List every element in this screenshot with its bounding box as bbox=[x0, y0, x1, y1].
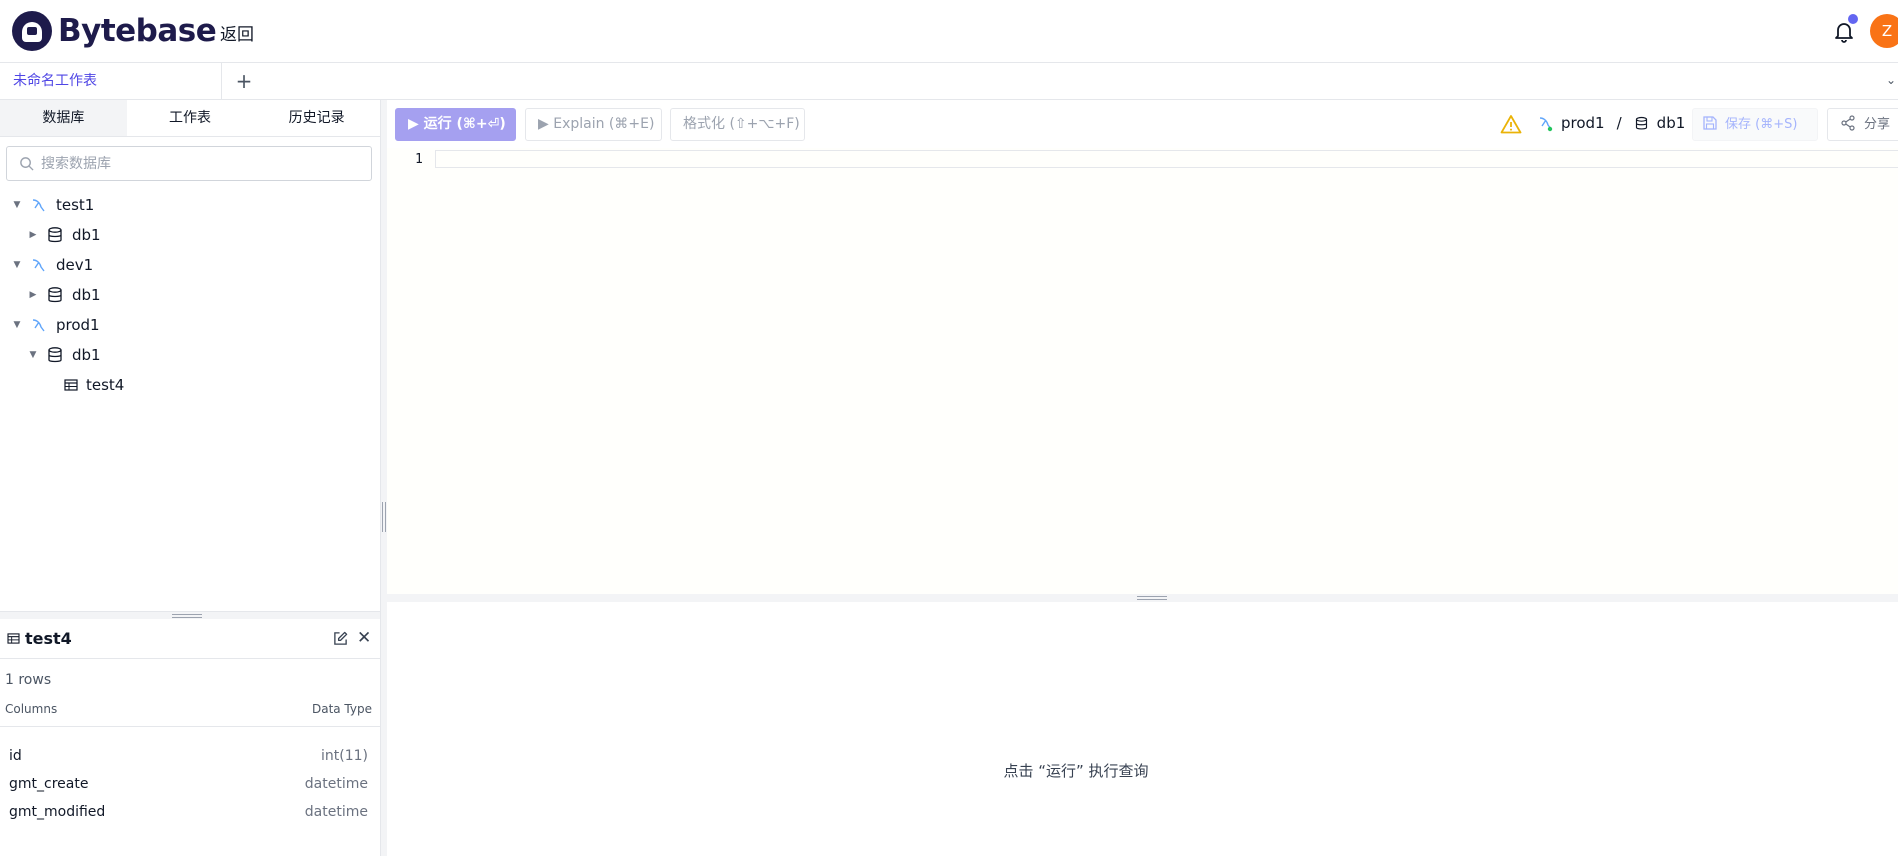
column-type: datetime bbox=[304, 804, 368, 820]
tree-node-instance[interactable]: ▼ test1 bbox=[12, 190, 95, 220]
caret-down-icon[interactable]: ▼ bbox=[28, 350, 38, 360]
database-icon bbox=[48, 347, 62, 363]
tree-node-label: db1 bbox=[72, 346, 101, 364]
grip-icon bbox=[1137, 596, 1167, 600]
tab-databases[interactable]: 数据库 bbox=[0, 100, 127, 137]
database-search[interactable] bbox=[6, 146, 372, 181]
sheet-tab-bar: 未命名工作表 + ⌄ bbox=[0, 63, 1898, 100]
tab-history[interactable]: 历史记录 bbox=[253, 100, 381, 137]
chevron-down-icon[interactable]: ⌄ bbox=[1886, 73, 1896, 87]
caret-down-icon[interactable]: ▼ bbox=[12, 200, 22, 210]
tree-node-instance[interactable]: ▼ dev1 bbox=[12, 250, 94, 280]
connection-selector[interactable]: prod1 / db1 bbox=[1537, 114, 1685, 132]
connection-separator: / bbox=[1616, 114, 1622, 132]
column-name: gmt_create bbox=[9, 776, 89, 792]
sidebar-splitter[interactable] bbox=[380, 100, 387, 856]
save-icon bbox=[1703, 116, 1717, 130]
tree-node-database[interactable]: ▼ db1 bbox=[28, 340, 101, 370]
close-icon[interactable]: ✕ bbox=[357, 628, 371, 648]
database-icon bbox=[1635, 116, 1647, 129]
sql-editor[interactable]: 1 bbox=[387, 148, 1898, 594]
tree-node-database[interactable]: ▶ db1 bbox=[28, 220, 101, 250]
top-header: Bytebase 返回 Z bbox=[0, 0, 1898, 63]
bytebase-logo-icon bbox=[12, 11, 52, 51]
result-pane: 点击 “运行” 执行查询 bbox=[387, 602, 1898, 856]
caret-down-icon[interactable]: ▼ bbox=[12, 320, 22, 330]
share-icon bbox=[1841, 115, 1855, 131]
table-info-panel: test4 ✕ 1 rows Columns Data Type id int(… bbox=[0, 619, 380, 856]
tree-node-label: prod1 bbox=[56, 316, 100, 334]
sidebar-tabs: 数据库 工作表 历史记录 bbox=[0, 100, 381, 137]
caret-down-icon[interactable]: ▼ bbox=[12, 260, 22, 270]
notification-dot bbox=[1848, 14, 1858, 24]
explain-button[interactable]: ▶ Explain (⌘+E) bbox=[525, 108, 662, 141]
sheet-tab-untitled[interactable]: 未命名工作表 bbox=[0, 63, 222, 100]
columns-header: Columns Data Type bbox=[0, 697, 380, 727]
run-button[interactable]: ▶ 运行 (⌘+⏎) bbox=[395, 108, 516, 141]
connection-instance: prod1 bbox=[1561, 114, 1605, 132]
column-row: gmt_create datetime bbox=[0, 771, 380, 799]
warning-icon[interactable] bbox=[1500, 114, 1522, 134]
avatar[interactable]: Z bbox=[1870, 14, 1898, 48]
share-button[interactable]: 分享 bbox=[1827, 108, 1898, 141]
mysql-instance-icon bbox=[32, 319, 45, 332]
grip-icon bbox=[382, 502, 386, 532]
edit-icon[interactable] bbox=[333, 631, 348, 646]
mysql-instance-icon bbox=[32, 259, 45, 272]
back-link[interactable]: 返回 bbox=[220, 20, 254, 45]
share-label: 分享 bbox=[1864, 117, 1891, 132]
caret-right-icon[interactable]: ▶ bbox=[28, 230, 38, 240]
search-input[interactable] bbox=[41, 147, 361, 180]
result-hint: 点击 “运行” 执行查询 bbox=[1003, 762, 1149, 780]
tree-node-instance[interactable]: ▼ prod1 bbox=[12, 310, 100, 340]
save-button[interactable]: 保存 (⌘+S) bbox=[1692, 108, 1818, 141]
table-panel-title: test4 bbox=[25, 629, 72, 648]
sidebar: 数据库 工作表 历史记录 ▼ test1 ▶ db1 ▼ dev1 ▶ db1 bbox=[0, 100, 381, 612]
tree-node-label: db1 bbox=[72, 226, 101, 244]
search-icon bbox=[20, 157, 34, 171]
save-label: 保存 (⌘+S) bbox=[1725, 117, 1798, 132]
editor-result-splitter[interactable] bbox=[387, 594, 1898, 602]
line-number: 1 bbox=[415, 152, 423, 167]
sidebar-resize-handle[interactable] bbox=[0, 611, 380, 619]
database-icon bbox=[48, 227, 62, 243]
format-button[interactable]: 格式化 (⇧+⌥+F) bbox=[670, 108, 805, 141]
mysql-instance-icon bbox=[1539, 117, 1553, 132]
logo-text: Bytebase bbox=[58, 13, 217, 49]
table-icon bbox=[64, 379, 78, 391]
add-tab-button[interactable]: + bbox=[232, 68, 256, 94]
data-type-header-label: Data Type bbox=[311, 702, 372, 716]
column-type: int(11) bbox=[321, 748, 368, 764]
table-icon bbox=[7, 633, 20, 644]
tree-node-label: dev1 bbox=[56, 256, 94, 274]
tree-node-label: test4 bbox=[86, 376, 125, 394]
caret-right-icon[interactable]: ▶ bbox=[28, 290, 38, 300]
tree-node-table[interactable]: test4 bbox=[56, 370, 124, 400]
tab-sheets[interactable]: 工作表 bbox=[126, 100, 254, 137]
column-row: gmt_modified datetime bbox=[0, 799, 380, 827]
bytebase-logo[interactable]: Bytebase bbox=[12, 11, 217, 51]
table-panel-header: test4 ✕ bbox=[0, 619, 380, 659]
tree-node-database[interactable]: ▶ db1 bbox=[28, 280, 101, 310]
current-line[interactable] bbox=[435, 150, 1898, 168]
columns-header-label: Columns bbox=[5, 702, 58, 716]
grip-icon bbox=[172, 614, 202, 618]
column-row: id int(11) bbox=[0, 743, 380, 771]
row-count: 1 rows bbox=[5, 672, 52, 688]
connection-database: db1 bbox=[1656, 114, 1686, 132]
mysql-instance-icon bbox=[32, 199, 45, 212]
tree-node-label: test1 bbox=[56, 196, 95, 214]
column-name: gmt_modified bbox=[9, 804, 106, 820]
tree-node-label: db1 bbox=[72, 286, 101, 304]
database-icon bbox=[48, 287, 62, 303]
editor-toolbar: ▶ 运行 (⌘+⏎) ▶ Explain (⌘+E) 格式化 (⇧+⌥+F) p… bbox=[387, 100, 1898, 148]
column-type: datetime bbox=[304, 776, 368, 792]
column-name: id bbox=[9, 748, 22, 764]
